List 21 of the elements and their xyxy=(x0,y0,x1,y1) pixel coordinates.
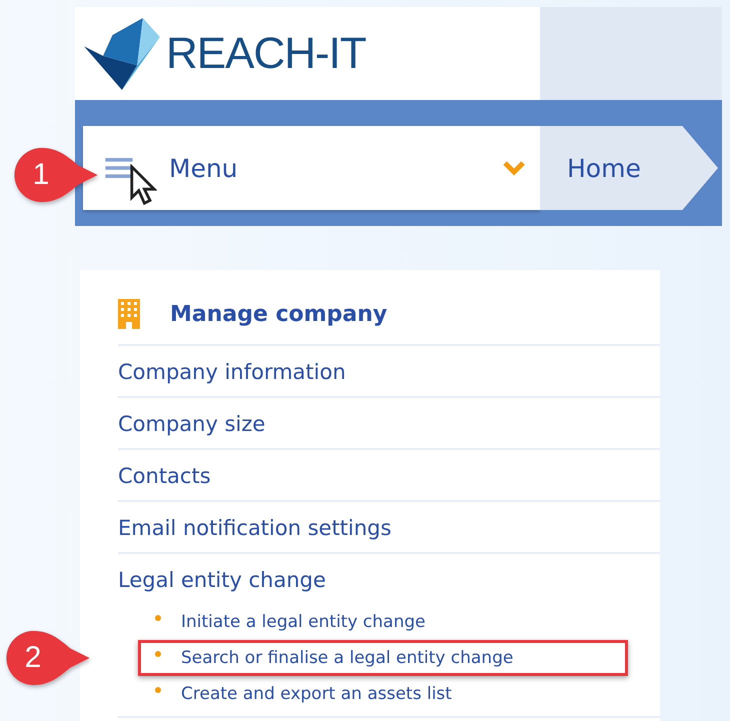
menu-link[interactable]: Email notification settings xyxy=(118,502,392,552)
bullet-icon xyxy=(155,687,161,693)
logo-icon xyxy=(84,18,160,90)
submenu-link[interactable]: Create and export an assets list xyxy=(181,684,452,704)
logo-text: REACH-IT xyxy=(166,28,366,78)
submenu-link[interactable]: Search or finalise a legal entity change xyxy=(181,648,514,668)
bullet-icon xyxy=(155,651,161,657)
menu-link[interactable]: Legal entity change xyxy=(118,554,326,604)
cursor-icon xyxy=(129,164,157,206)
menu-link[interactable]: Company size xyxy=(118,398,266,448)
section-title: Manage company xyxy=(170,302,388,326)
bullet-icon xyxy=(155,615,161,621)
menu-link[interactable]: Contacts xyxy=(118,450,211,500)
menu-link[interactable]: Company information xyxy=(118,346,346,396)
callout-badge: 2 xyxy=(4,629,92,687)
menu-icon xyxy=(105,158,133,178)
menu-button[interactable]: Menu xyxy=(83,126,540,210)
submenu-link[interactable]: Initiate a legal entity change xyxy=(181,612,426,632)
breadcrumb-tab[interactable]: Home xyxy=(540,126,718,210)
callout-badge: 1 xyxy=(12,146,100,204)
building-icon xyxy=(118,299,140,329)
